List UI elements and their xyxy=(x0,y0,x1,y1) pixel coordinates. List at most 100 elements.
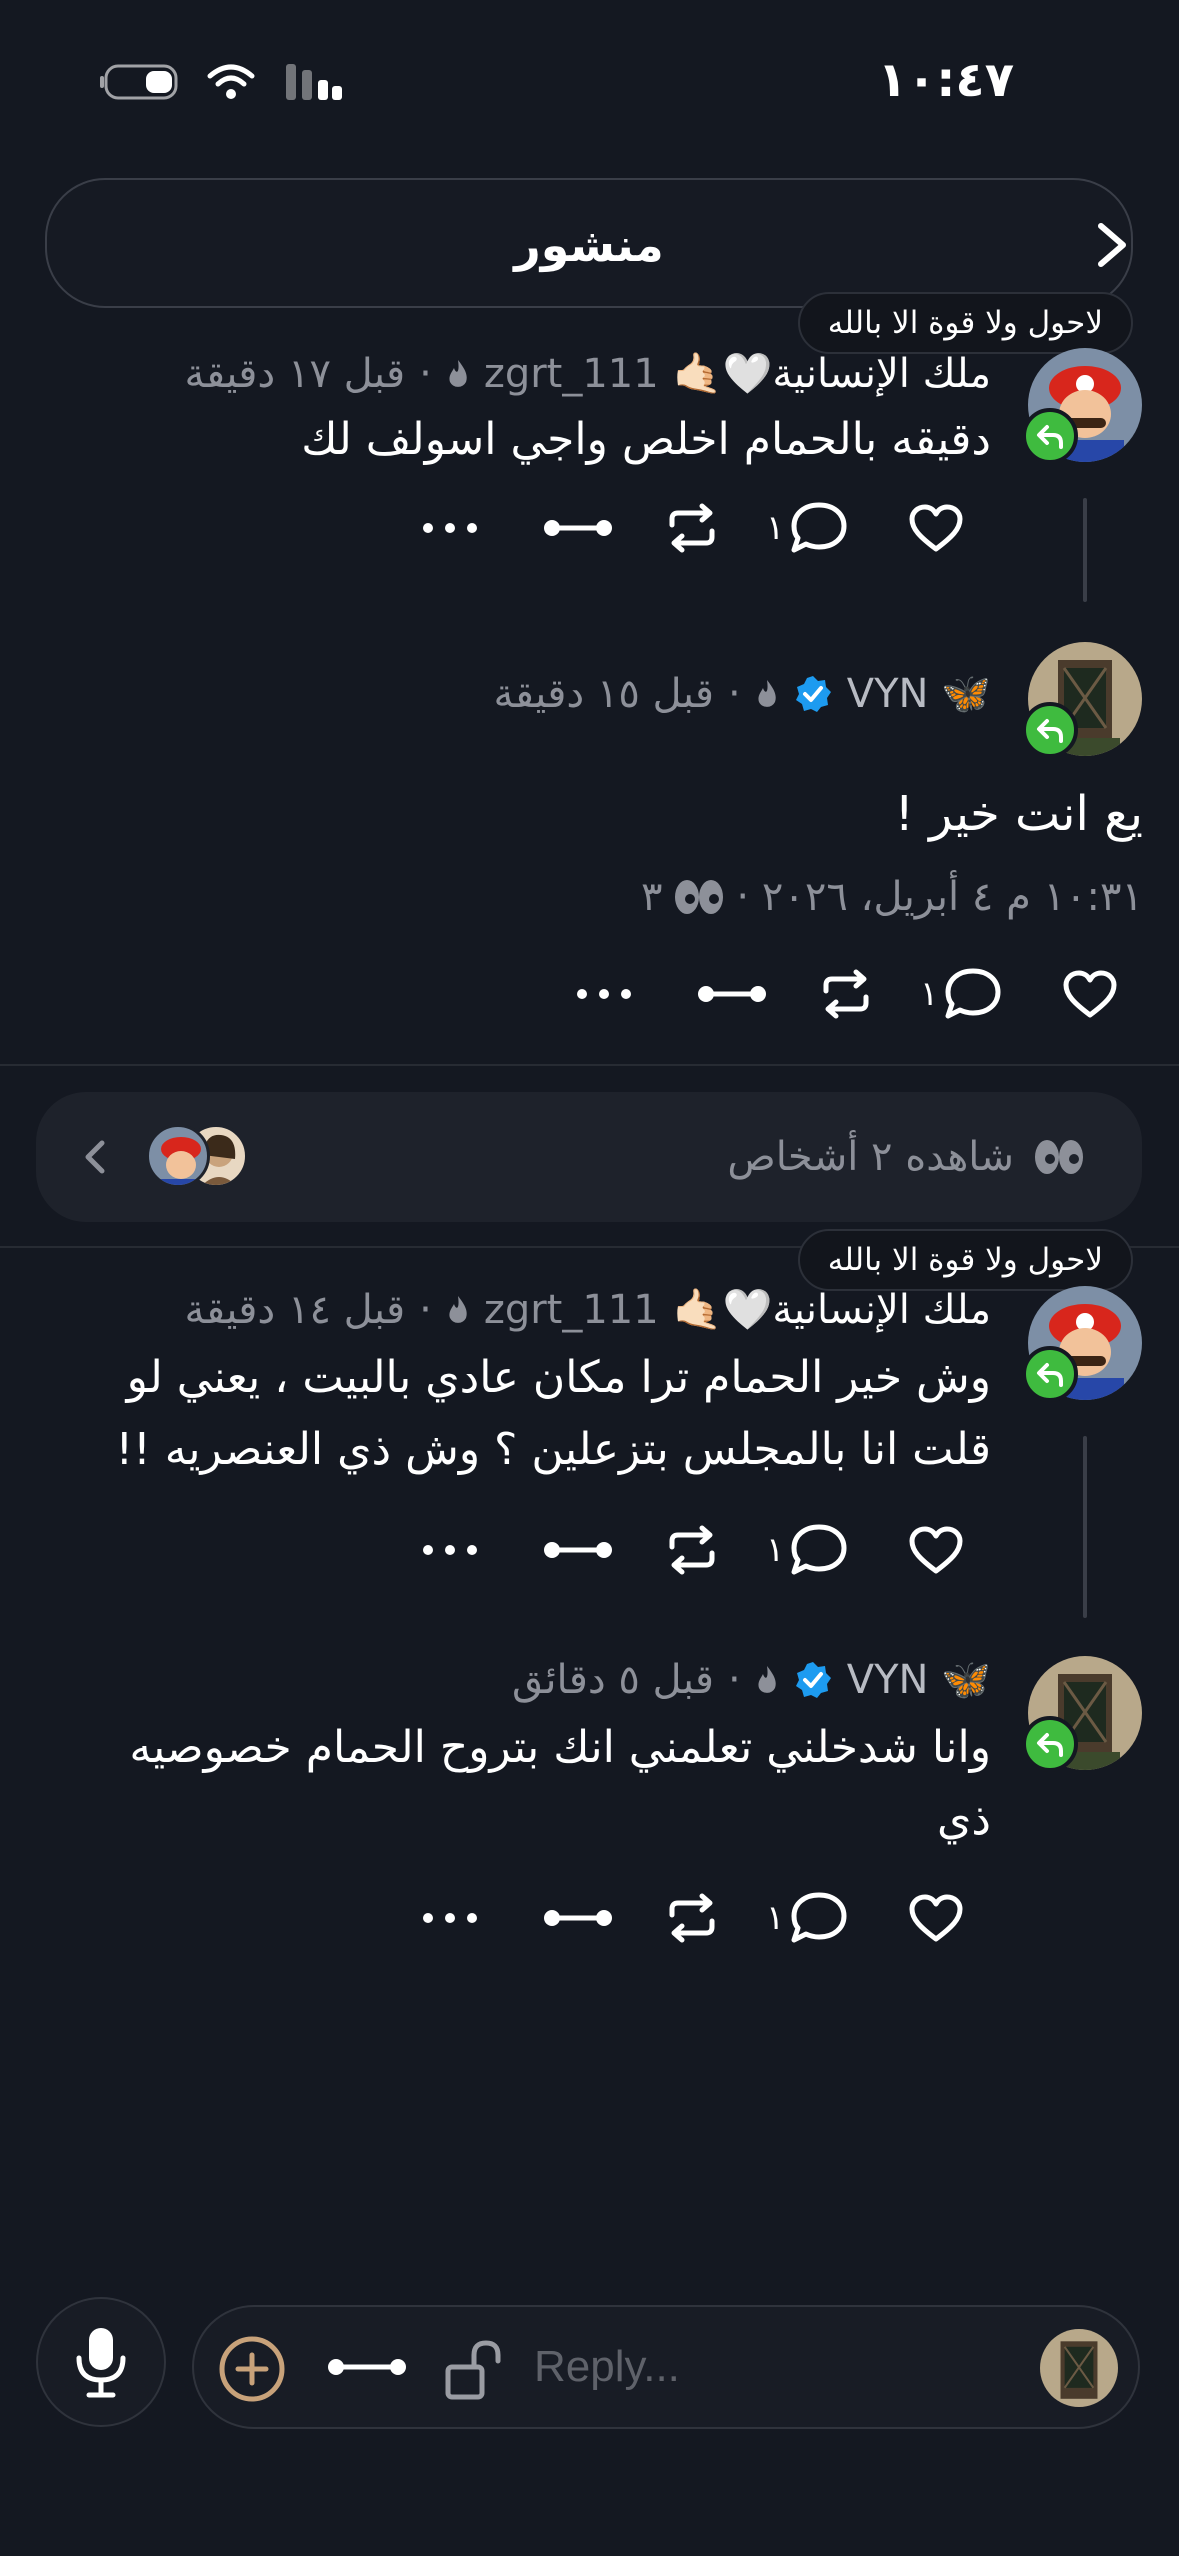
post-text-line: وانا شدخلني تعلمني انك بتروح الحمام خصوص… xyxy=(129,1722,991,1773)
comment-button[interactable]: ١ xyxy=(766,500,850,556)
post-header: 🦋 VYN · قبل ١٥ دقيقة xyxy=(493,670,991,718)
more-icon xyxy=(577,989,631,999)
display-name[interactable]: 🦋 VYN xyxy=(847,670,991,717)
mic-button[interactable] xyxy=(36,2297,166,2427)
seen-by-label: شاهده ٢ أشخاص xyxy=(727,1092,1086,1222)
display-name[interactable]: ملك الإنسانية🤍🤙🏻 xyxy=(673,350,991,397)
more-button[interactable] xyxy=(420,1540,500,1560)
reply-badge xyxy=(1022,408,1078,464)
thread-line xyxy=(1083,1436,1087,1618)
repost-button[interactable] xyxy=(818,969,878,1019)
like-button[interactable] xyxy=(908,1893,964,1943)
plus-icon xyxy=(219,2336,285,2402)
comment-button[interactable]: ١ xyxy=(766,1890,850,1946)
flame-icon xyxy=(449,1295,467,1323)
link-icon xyxy=(698,986,766,1002)
reply-input[interactable] xyxy=(534,2329,1014,2405)
post-header: 🦋 VYN · قبل ٥ دقائق xyxy=(512,1656,991,1704)
heart-icon xyxy=(1063,970,1117,1018)
like-button[interactable] xyxy=(1062,969,1118,1019)
time-ago: قبل ١٤ دقيقة xyxy=(184,1286,406,1333)
link-icon xyxy=(328,2359,406,2375)
status-time: ١٠:٤٧ xyxy=(877,52,1014,108)
repost-button[interactable] xyxy=(664,1525,724,1575)
time-ago: قبل ١٧ دقيقة xyxy=(184,350,406,397)
reply-icon xyxy=(1037,719,1063,743)
flame-icon xyxy=(758,679,776,707)
comment-button[interactable]: ١ xyxy=(766,1522,850,1578)
repost-icon xyxy=(669,1525,715,1575)
like-button[interactable] xyxy=(908,1525,964,1575)
link-icon xyxy=(544,1542,612,1558)
share-link-button[interactable] xyxy=(542,1904,622,1932)
more-button[interactable] xyxy=(420,518,500,538)
repost-button[interactable] xyxy=(664,503,724,553)
signal-icon xyxy=(286,64,342,100)
repost-icon xyxy=(669,503,715,553)
action-bar: ١ xyxy=(420,500,964,556)
back-button[interactable] xyxy=(1087,218,1137,272)
viewer-avatars xyxy=(146,1124,248,1190)
repost-button[interactable] xyxy=(664,1893,724,1943)
reply-icon xyxy=(1037,1733,1063,1757)
comment-button[interactable]: ١ xyxy=(920,966,1004,1022)
reply-icon xyxy=(1037,1363,1063,1387)
avatar xyxy=(146,1124,210,1188)
handle[interactable]: zgrt_111 xyxy=(484,1287,659,1333)
link-icon xyxy=(544,520,612,536)
note-bubble: لاحول ولا قوة الا بالله xyxy=(797,1229,1133,1291)
chevron-left-icon xyxy=(85,1140,105,1174)
door-avatar-icon xyxy=(1040,2329,1118,2407)
action-bar: ١ xyxy=(574,966,1118,1022)
post-text: وانا شدخلني تعلمني انك بتروح الحمام خصوص… xyxy=(51,1712,991,1856)
heart-icon xyxy=(909,1526,963,1574)
reply-composer xyxy=(192,2305,1140,2429)
reply-count: ١ xyxy=(766,1898,785,1938)
repost-icon xyxy=(669,1893,715,1943)
more-button[interactable] xyxy=(574,984,654,1004)
header-bar: منشور xyxy=(45,178,1133,308)
avatar xyxy=(1040,2329,1118,2407)
link-button[interactable] xyxy=(326,2353,408,2381)
post-meta: ١٠:٣١ م ٤ أبريل، ٢٠٢٦ · ٣ xyxy=(641,874,1143,920)
comment-icon xyxy=(791,1892,847,1943)
time-ago: قبل ٥ دقائق xyxy=(512,1656,715,1703)
repost-icon xyxy=(823,969,869,1019)
flame-icon xyxy=(449,359,467,387)
status-icons xyxy=(100,62,346,102)
more-icon xyxy=(423,1913,477,1923)
post-text-line: وش خير الحمام ترا مكان عادي بالبيت ، يعن… xyxy=(126,1352,991,1403)
post-text-line: ذي xyxy=(936,1794,991,1845)
heart-icon xyxy=(909,504,963,552)
battery-icon xyxy=(100,64,178,100)
reply-badge xyxy=(1022,1716,1078,1772)
display-name[interactable]: 🦋 VYN xyxy=(847,1656,991,1703)
time-ago: قبل ١٥ دقيقة xyxy=(493,670,715,717)
share-link-button[interactable] xyxy=(696,980,776,1008)
post-header: ملك الإنسانية🤍🤙🏻 zgrt_111 · قبل ١٤ دقيقة xyxy=(184,1286,991,1334)
post-header: ملك الإنسانية🤍🤙🏻 zgrt_111 · قبل ١٧ دقيقة xyxy=(184,350,991,398)
divider xyxy=(0,1064,1179,1066)
action-bar: ١ xyxy=(420,1890,964,1946)
comment-icon xyxy=(791,502,847,553)
more-button[interactable] xyxy=(420,1908,500,1928)
like-button[interactable] xyxy=(908,503,964,553)
comment-icon xyxy=(791,1524,847,1575)
reply-icon xyxy=(1037,425,1063,449)
post-text: وش خير الحمام ترا مكان عادي بالبيت ، يعن… xyxy=(51,1342,991,1486)
display-name[interactable]: ملك الإنسانية🤍🤙🏻 xyxy=(673,1286,991,1333)
reply-count: ١ xyxy=(920,974,939,1014)
timestamp: ١٠:٣١ م ٤ أبريل، ٢٠٢٦ · xyxy=(736,874,1143,920)
share-link-button[interactable] xyxy=(542,514,622,542)
note-bubble: لاحول ولا قوة الا بالله xyxy=(797,292,1133,354)
chevron-right-icon xyxy=(1098,223,1126,267)
share-link-button[interactable] xyxy=(542,1536,622,1564)
privacy-button[interactable] xyxy=(444,2337,506,2403)
seen-by-text: شاهده ٢ أشخاص xyxy=(727,1134,1014,1180)
handle[interactable]: zgrt_111 xyxy=(484,351,659,397)
seen-by-bar[interactable]: شاهده ٢ أشخاص xyxy=(36,1092,1142,1222)
reply-count: ١ xyxy=(766,1530,785,1570)
post-text: دقيقه بالحمام اخلص واجي اسولف لك xyxy=(301,414,991,465)
add-media-button[interactable] xyxy=(218,2335,286,2403)
action-bar: ١ xyxy=(420,1522,964,1578)
